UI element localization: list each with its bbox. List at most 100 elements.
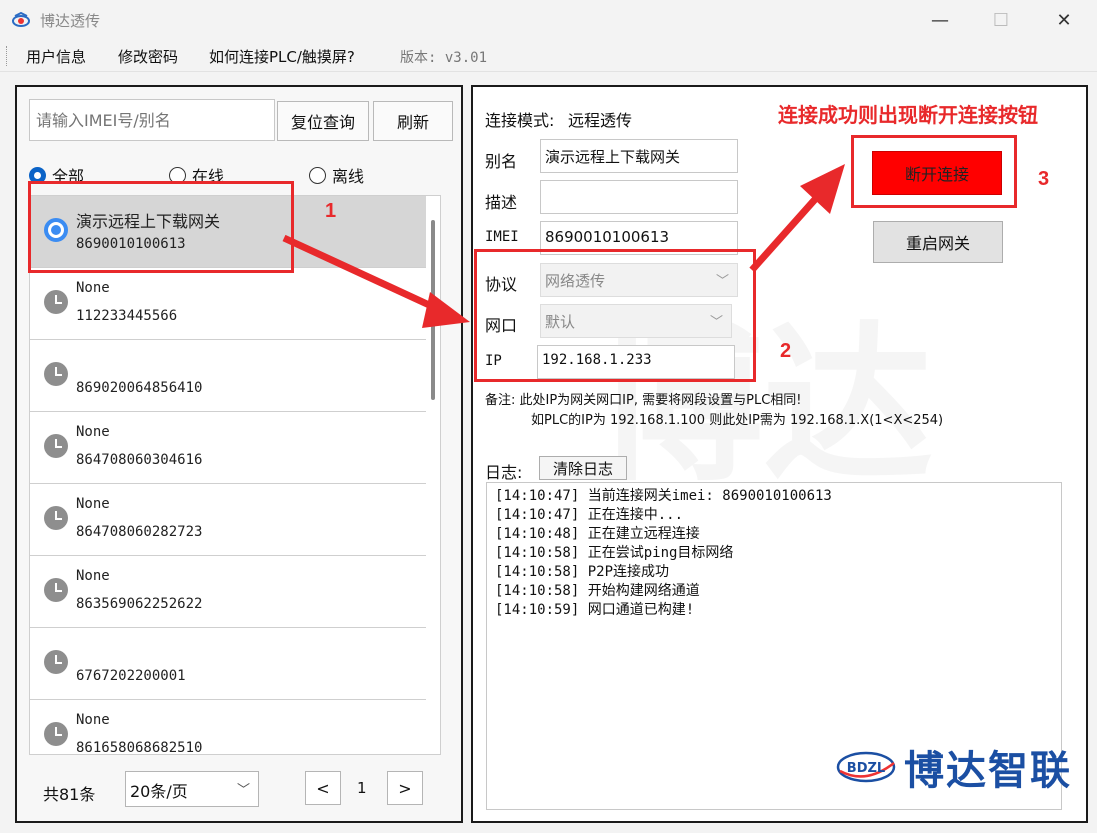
log-line: [14:10:58] 正在尝试ping目标网络 xyxy=(495,545,734,561)
log-line: [14:10:48] 正在建立远程连接 xyxy=(495,526,700,542)
offline-clock-icon xyxy=(44,434,68,458)
device-imei: 864708060282723 xyxy=(76,524,203,540)
device-name: None xyxy=(76,496,110,512)
device-item[interactable]: None 861658068682510 xyxy=(30,700,426,755)
port-label: 网口 xyxy=(485,316,518,335)
menu-bar: 用户信息 修改密码 如何连接PLC/触摸屏? 版本: v3.01 xyxy=(0,40,1097,72)
device-item[interactable]: None 864708060282723 xyxy=(30,484,426,556)
menu-grip xyxy=(6,46,9,66)
offline-clock-icon xyxy=(44,578,68,602)
brand-logo: BDZL 博达智联 xyxy=(836,738,1072,796)
current-page: 1 xyxy=(357,779,367,797)
annotation-caption: 连接成功则出现断开连接按钮 xyxy=(778,103,1038,127)
device-item[interactable]: 演示远程上下载网关 8690010100613 xyxy=(30,196,426,268)
window-title: 博达透传 xyxy=(40,12,101,30)
app-logo-icon xyxy=(12,11,30,27)
reset-query-button[interactable]: 复位查询 xyxy=(277,101,369,141)
menu-how-to-connect[interactable]: 如何连接PLC/触摸屏? xyxy=(209,46,355,67)
port-select[interactable]: 默认 ﹀ xyxy=(540,304,732,338)
total-count: 共81条 xyxy=(43,785,96,804)
version-label: 版本: v3.01 xyxy=(400,50,488,66)
refresh-button[interactable]: 刷新 xyxy=(373,101,453,141)
filter-offline[interactable]: 离线 xyxy=(309,163,364,187)
minimize-button[interactable]: — xyxy=(917,4,963,36)
page-size-select[interactable]: 20条/页 ﹀ xyxy=(125,771,259,807)
menu-change-password[interactable]: 修改密码 xyxy=(118,46,178,67)
connection-mode-value: 远程透传 xyxy=(568,111,633,130)
device-panel: 复位查询 刷新 全部 在线 离线 演示远程上下载网关 8690010100613… xyxy=(15,85,463,823)
next-page-button[interactable]: > xyxy=(387,771,423,805)
ip-field[interactable]: 192.168.1.233 xyxy=(537,345,735,379)
port-value: 默认 xyxy=(545,313,576,331)
log-line: [14:10:58] 开始构建网络通道 xyxy=(495,583,700,599)
radio-icon xyxy=(309,166,326,184)
scroll-thumb[interactable] xyxy=(431,220,435,400)
device-item[interactable]: None 112233445566 xyxy=(30,268,426,340)
device-imei: 869020064856410 xyxy=(76,380,203,396)
note-line-1: 备注: 此处IP为网关网口IP, 需要将网段设置与PLC相同! xyxy=(485,393,802,408)
bdzl-logo-icon: BDZL xyxy=(836,751,896,783)
filter-online[interactable]: 在线 xyxy=(169,163,224,187)
device-name: None xyxy=(76,424,110,440)
brand-name: 博达智联 xyxy=(904,748,1072,794)
connection-panel: 博达智联 连接模式: 远程透传 别名 演示远程上下载网关 描述 IMEI 869… xyxy=(471,85,1088,823)
offline-clock-icon xyxy=(44,290,68,314)
protocol-label: 协议 xyxy=(485,275,518,294)
chevron-down-icon: ﹀ xyxy=(709,315,723,330)
log-line: [14:10:59] 网口通道已构建! xyxy=(495,602,695,618)
filter-all-label: 全部 xyxy=(52,167,85,186)
device-name: None xyxy=(76,568,110,584)
imei-label: IMEI xyxy=(485,229,519,245)
filter-offline-label: 离线 xyxy=(332,167,365,186)
device-imei: 863569062252622 xyxy=(76,596,203,612)
device-name: None xyxy=(76,280,110,296)
device-item[interactable]: 6767202200001 xyxy=(30,628,426,700)
annotation-number-2: 2 xyxy=(780,340,792,362)
filter-all[interactable]: 全部 xyxy=(29,163,84,187)
maximize-button[interactable]: ☐ xyxy=(978,4,1024,36)
prev-page-button[interactable]: < xyxy=(305,771,341,805)
disconnect-button[interactable]: 断开连接 xyxy=(872,151,1002,195)
desc-label: 描述 xyxy=(485,193,518,212)
protocol-value: 网络透传 xyxy=(545,272,606,290)
device-name: None xyxy=(76,712,110,728)
device-imei: 112233445566 xyxy=(76,308,178,324)
close-button[interactable]: ✕ xyxy=(1041,4,1087,36)
chevron-down-icon: ﹀ xyxy=(715,274,729,289)
log-line: [14:10:47] 当前连接网关imei: 8690010100613 xyxy=(495,488,832,504)
filter-online-label: 在线 xyxy=(192,167,225,186)
offline-clock-icon xyxy=(44,722,68,746)
chevron-down-icon: ﹀ xyxy=(236,783,250,798)
restart-gateway-button[interactable]: 重启网关 xyxy=(873,221,1003,263)
offline-clock-icon xyxy=(44,650,68,674)
search-input[interactable] xyxy=(29,99,275,141)
svg-text:BDZL: BDZL xyxy=(847,761,885,776)
alias-field[interactable]: 演示远程上下载网关 xyxy=(540,139,738,173)
note-line-2: 如PLC的IP为 192.168.1.100 则此处IP需为 192.168.1… xyxy=(531,413,944,428)
ip-label: IP xyxy=(485,353,502,369)
radio-checked-icon xyxy=(29,166,46,184)
protocol-select[interactable]: 网络透传 ﹀ xyxy=(540,263,738,297)
device-name: 演示远程上下载网关 xyxy=(76,212,221,231)
alias-label: 别名 xyxy=(485,152,518,171)
device-list-scrollbar[interactable] xyxy=(426,196,440,754)
device-imei: 861658068682510 xyxy=(76,740,203,755)
menu-user-info[interactable]: 用户信息 xyxy=(26,46,86,67)
device-item[interactable]: None 863569062252622 xyxy=(30,556,426,628)
imei-field[interactable]: 8690010100613 xyxy=(540,221,738,255)
annotation-number-3: 3 xyxy=(1038,168,1050,190)
log-line: [14:10:58] P2P连接成功 xyxy=(495,564,670,580)
desc-field[interactable] xyxy=(540,180,738,214)
device-item[interactable]: None 864708060304616 xyxy=(30,412,426,484)
device-imei: 864708060304616 xyxy=(76,452,203,468)
device-item[interactable]: 869020064856410 xyxy=(30,340,426,412)
device-imei: 8690010100613 xyxy=(76,236,186,252)
clear-log-button[interactable]: 清除日志 xyxy=(539,456,627,480)
connection-mode-label: 连接模式: xyxy=(485,111,555,130)
device-imei: 6767202200001 xyxy=(76,668,186,684)
radio-icon xyxy=(169,166,186,184)
offline-clock-icon xyxy=(44,362,68,386)
page-size-value: 20条/页 xyxy=(130,782,188,801)
log-line: [14:10:47] 正在连接中... xyxy=(495,507,684,523)
device-list: 演示远程上下载网关 8690010100613 None 11223344556… xyxy=(29,195,441,755)
